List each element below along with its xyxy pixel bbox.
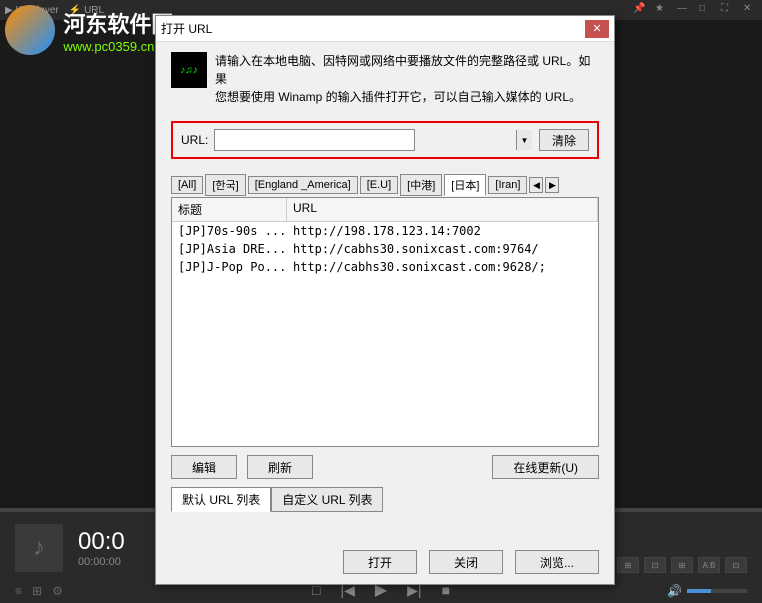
url-dropdown-icon[interactable]: ▼ — [516, 130, 532, 150]
tab-region[interactable]: [England _America] — [248, 176, 358, 194]
open-url-dialog: 打开 URL ✕ ♪♫♪ 请输入在本地电脑、因特网或网络中要播放文件的完整路径或… — [155, 15, 615, 585]
tab-region[interactable]: [All] — [171, 176, 203, 194]
control-btn-4[interactable]: A:B — [698, 557, 720, 573]
time-total: 00:00:00 — [78, 556, 125, 568]
minimize-icon[interactable]: — — [677, 3, 691, 17]
dialog-close-button[interactable]: ✕ — [585, 20, 609, 38]
list-item[interactable]: [JP]Asia DRE...http://cabhs30.sonixcast.… — [172, 240, 598, 258]
tab-region[interactable]: [Iran] — [488, 176, 527, 194]
close-icon[interactable]: ✕ — [743, 3, 757, 17]
star-icon[interactable]: ★ — [655, 3, 669, 17]
edit-button[interactable]: 编辑 — [171, 455, 237, 479]
fullscreen-icon[interactable]: ⛶ — [721, 3, 735, 17]
gear-icon[interactable]: ⚙ — [52, 584, 63, 598]
column-header-title[interactable]: 标题 — [172, 198, 287, 221]
dialog-title: 打开 URL — [161, 20, 585, 37]
tab-region[interactable]: [中港] — [400, 174, 442, 196]
album-art-icon: ♪ — [15, 524, 63, 572]
clear-button[interactable]: 清除 — [539, 129, 589, 151]
maximize-icon[interactable]: □ — [699, 3, 713, 17]
browse-button[interactable]: 浏览... — [515, 550, 599, 574]
refresh-button[interactable]: 刷新 — [247, 455, 313, 479]
control-btn-5[interactable]: ⊡ — [725, 557, 747, 573]
region-tabs: [All][한국][England _America][E.U][中港][日本]… — [171, 174, 599, 196]
url-list[interactable]: 标题 URL [JP]70s-90s ...http://198.178.123… — [171, 197, 599, 447]
list-item[interactable]: [JP]J-Pop Po...http://cabhs30.sonixcast.… — [172, 258, 598, 276]
watermark-logo-icon — [5, 5, 55, 55]
online-update-button[interactable]: 在线更新(U) — [492, 455, 599, 479]
url-input[interactable] — [214, 129, 415, 151]
info-icon: ♪♫♪ — [171, 52, 207, 88]
control-btn-2[interactable]: ⊡ — [644, 557, 666, 573]
dialog-titlebar[interactable]: 打开 URL ✕ — [156, 16, 614, 42]
url-input-row: URL: ▼ 清除 — [171, 121, 599, 159]
tab-region[interactable]: [E.U] — [360, 176, 398, 194]
info-text: 请输入在本地电脑、因特网或网络中要播放文件的完整路径或 URL。如果 您想要使用… — [215, 52, 599, 106]
control-btn-3[interactable]: ⊞ — [671, 557, 693, 573]
tab-scroll-left-icon[interactable]: ◀ — [529, 177, 543, 193]
time-elapsed: 00:0 — [78, 528, 125, 556]
list-item[interactable]: [JP]70s-90s ...http://198.178.123.14:700… — [172, 222, 598, 240]
tab-region[interactable]: [한국] — [205, 174, 245, 196]
subtab[interactable]: 自定义 URL 列表 — [271, 487, 383, 512]
column-header-url[interactable]: URL — [287, 198, 598, 221]
open-button[interactable]: 打开 — [343, 550, 417, 574]
tab-region[interactable]: [日本] — [444, 174, 486, 196]
volume-icon[interactable]: 🔊 — [667, 584, 682, 598]
control-btn-1[interactable]: ⊞ — [617, 557, 639, 573]
close-button[interactable]: 关闭 — [429, 550, 503, 574]
tab-scroll-right-icon[interactable]: ▶ — [545, 177, 559, 193]
volume-slider[interactable] — [687, 589, 747, 593]
grid-icon[interactable]: ⊞ — [32, 584, 42, 598]
url-label: URL: — [181, 133, 208, 147]
subtabs: 默认 URL 列表自定义 URL 列表 — [171, 487, 599, 512]
subtab[interactable]: 默认 URL 列表 — [171, 487, 271, 512]
watermark: 河东软件园 www.pc0359.cn — [5, 5, 173, 55]
menu-icon[interactable]: ≡ — [15, 584, 22, 598]
pin-icon[interactable]: 📌 — [633, 3, 647, 17]
